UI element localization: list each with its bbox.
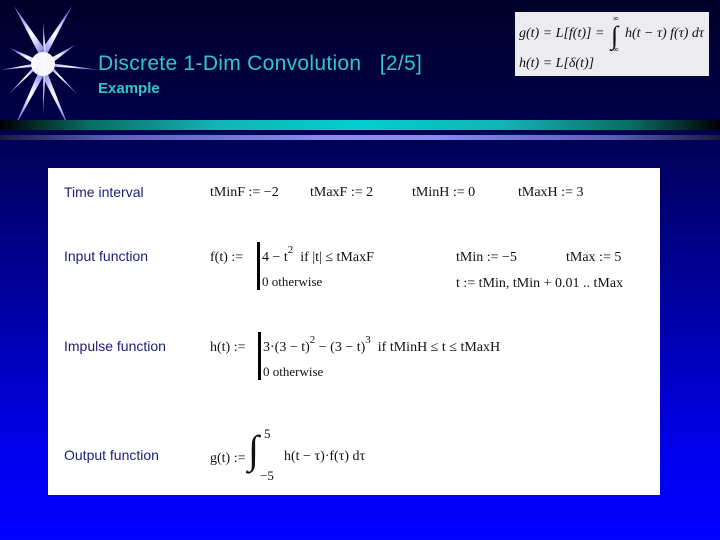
integral-lower-limit: ∞ [613,45,619,54]
piecewise-brace-h [258,332,261,380]
tmax-def: tMax := 5 [566,250,622,265]
tminf-def: tMinF := −2 [210,185,279,200]
h-case1-term2-exponent: 3 [365,334,371,346]
h-case1-term1-exponent: 2 [309,334,316,346]
tmin-def: tMin := −5 [456,250,517,265]
f-case1-base: 4 − t [262,250,288,265]
f-case2: 0 otherwise [262,274,323,289]
h-case1-term2: − (3 − t) [315,340,366,355]
f-case1: 4 − t2 if |t| ≤ tMaxF [262,244,374,266]
tminh-def: tMinH := 0 [412,185,476,200]
h-case1: 3·(3 − t)2 − (3 − t)3 if tMinH ≤ t ≤ tMa… [263,334,501,356]
teal-divider-bar [0,120,720,130]
t-range-def: t := tMin, tMin + 0.01 .. tMax [456,276,624,291]
label-input-function: Input function [64,248,149,264]
formula-line1-lhs: g(t) = L[f(t)] = [519,26,605,41]
g-integral-lower: −5 [260,468,274,483]
tmaxh-def: tMaxH := 3 [518,185,584,200]
g-integrand: h(t − τ)·f(τ) dτ [284,449,366,464]
formula-line2: h(t) = L[δ(t)] [519,56,595,71]
f-case1-exponent: 2 [287,244,294,256]
h-lhs: h(t) := [210,340,246,355]
piecewise-brace-f [257,242,260,290]
h-case1-condition: if tMinH ≤ t ≤ tMaxH [377,340,501,355]
integral-sign-icon: ∫ [248,427,259,472]
g-integral-upper: 5 [264,426,271,441]
label-impulse-function: Impulse function [64,338,166,354]
f-case1-condition: if |t| ≤ tMaxF [300,250,374,265]
mathcad-worksheet-panel: Time interval tMinF := −2 tMaxF := 2 tMi… [48,168,660,495]
h-case2: 0 otherwise [263,364,324,379]
tmaxf-def: tMaxF := 2 [310,185,374,200]
label-time-interval: Time interval [64,184,144,200]
f-lhs: f(t) := [210,250,244,265]
convolution-definition-box: g(t) = L[f(t)] = ∞ ∫ ∞ h(t − τ) f(τ) dτ … [515,12,709,76]
g-lhs: g(t) := [210,451,246,466]
slide-subtitle: Example [98,80,160,97]
slide-title: Discrete 1-Dim Convolution [2/5] [98,52,423,75]
lavender-divider-bar [0,135,720,140]
h-case1-term1: 3·(3 − t) [263,340,310,355]
label-output-function: Output function [64,447,159,463]
formula-line1-rhs: h(t − τ) f(τ) dτ [625,26,704,41]
